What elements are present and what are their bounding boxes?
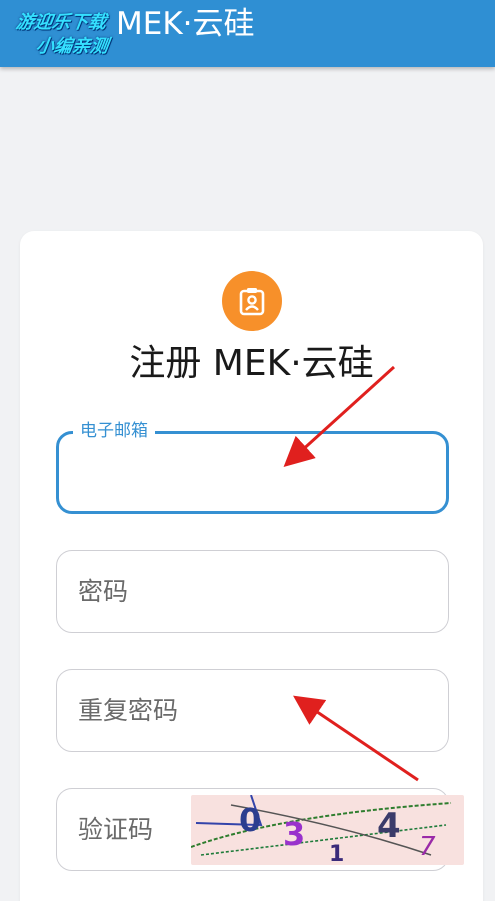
- register-card: 注册 MEK·云硅 电子邮箱 密码 重复密码 验证码 0 3 1 4 7: [20, 231, 483, 901]
- repeat-password-placeholder: 重复密码: [78, 696, 179, 725]
- captcha-placeholder: 验证码: [78, 815, 154, 844]
- app-header: MEK·云硅 游迎乐下载 小编亲测: [0, 0, 495, 67]
- watermark-line1: 游迎乐下载: [14, 12, 108, 33]
- email-field[interactable]: 电子邮箱: [56, 419, 449, 514]
- app-title: MEK·云硅: [116, 6, 255, 42]
- captcha-image[interactable]: 0 3 1 4 7: [191, 795, 464, 865]
- password-placeholder: 密码: [78, 577, 129, 606]
- svg-text:0: 0: [239, 801, 261, 839]
- email-label: 电子邮箱: [73, 419, 155, 443]
- svg-text:3: 3: [283, 815, 305, 853]
- repeat-password-field[interactable]: 重复密码: [56, 669, 449, 752]
- contact-card-icon: [222, 271, 282, 331]
- svg-text:7: 7: [419, 832, 436, 862]
- watermark-line2: 小编亲测: [34, 36, 110, 57]
- password-field[interactable]: 密码: [56, 550, 449, 633]
- svg-text:1: 1: [329, 842, 344, 865]
- page-title: 注册 MEK·云硅: [129, 343, 374, 384]
- captcha-field[interactable]: 验证码 0 3 1 4 7: [56, 788, 464, 871]
- svg-text:4: 4: [377, 806, 401, 846]
